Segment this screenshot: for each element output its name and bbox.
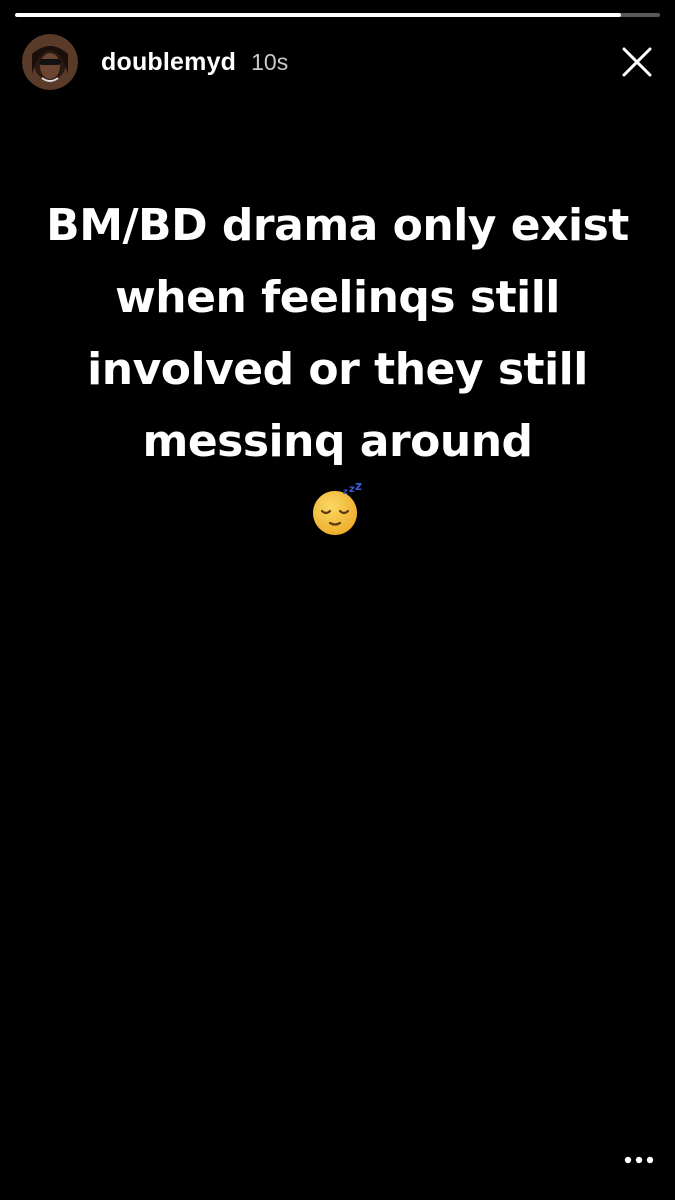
post-timestamp: 10s [251,48,289,75]
sleeping-face-icon: z z z [309,483,363,537]
story-progress-fill [15,13,622,17]
svg-text:z: z [355,483,362,493]
close-button[interactable] [619,44,655,80]
svg-text:z: z [343,487,348,496]
story-progress-bar [15,13,660,17]
profile-avatar[interactable] [22,34,78,90]
more-options-button[interactable] [623,1150,655,1170]
close-icon [622,47,652,77]
username[interactable]: doublemyd [101,48,236,77]
story-caption: BM/BD drama only exist when feelinqs sti… [46,200,629,467]
story-header: doublemyd 10s [22,33,288,91]
more-options-icon [624,1156,654,1164]
